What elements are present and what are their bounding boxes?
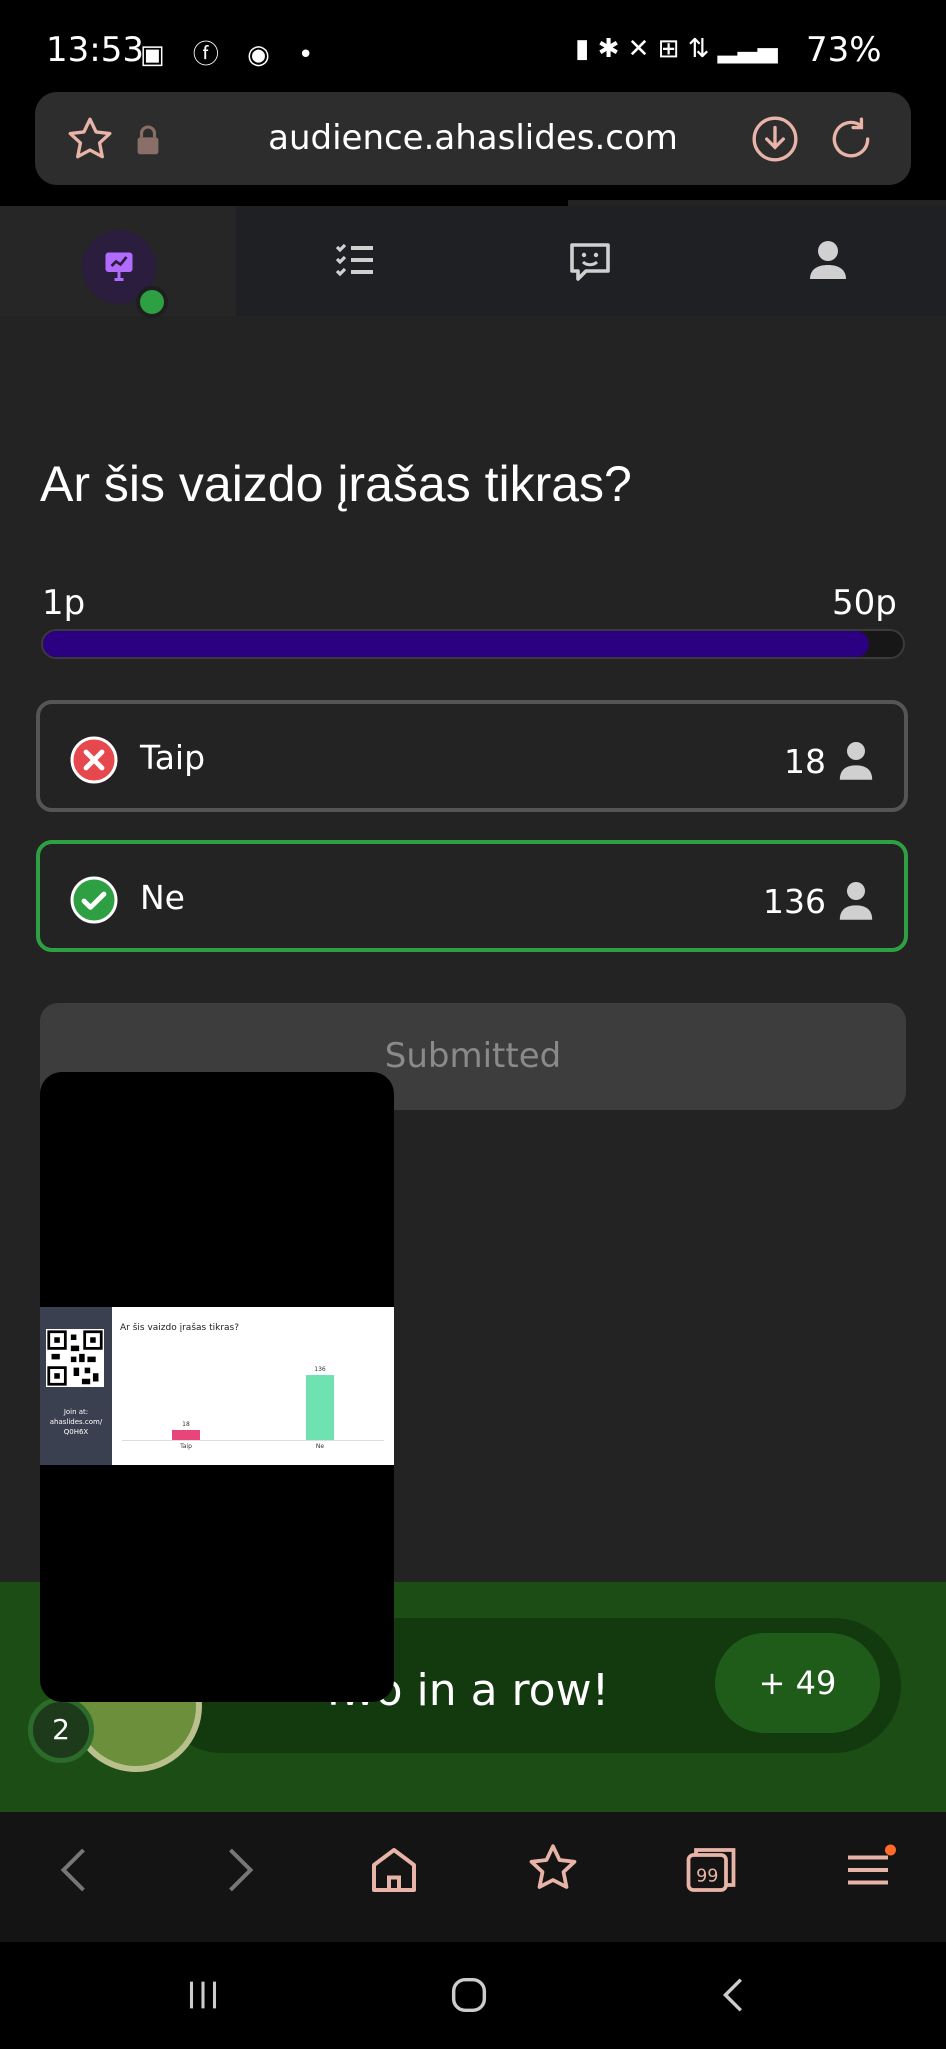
video-pip-overlay[interactable]: Join at: ahaslides.com/ Q0H6X Ar šis vai… — [40, 1072, 394, 1702]
streak-points-badge: + 49 — [715, 1633, 880, 1733]
tabs-icon[interactable]: 99 — [681, 1840, 741, 1900]
option-label: Ne — [140, 878, 185, 917]
answer-option-ne[interactable]: Ne 136 — [36, 840, 908, 952]
points-max-label: 50p — [832, 583, 897, 623]
tab-presentation[interactable] — [0, 206, 236, 318]
home-button-icon[interactable] — [446, 1972, 492, 2018]
user-icon — [839, 742, 873, 780]
notification-icons: ▣ ⓕ ◉ • — [140, 40, 324, 70]
points-timer-fill — [43, 631, 869, 657]
url-bar[interactable]: audience.ahaslides.com — [35, 92, 911, 185]
bookmark-star-icon[interactable] — [65, 114, 115, 164]
slide-join-sidebar: Join at: ahaslides.com/ Q0H6X — [40, 1307, 112, 1465]
back-button-icon[interactable] — [712, 1972, 758, 2018]
slide-bar-value: 18 — [182, 1421, 190, 1428]
page-load-progress — [0, 198, 568, 206]
correct-check-icon — [70, 876, 118, 924]
status-time: 13:53 — [46, 30, 144, 70]
profile-icon[interactable] — [804, 237, 852, 285]
presentation-icon — [105, 252, 133, 281]
online-status-dot — [136, 286, 168, 318]
streak-points-value: + 49 — [758, 1664, 837, 1702]
checklist-icon[interactable] — [331, 237, 379, 285]
bookmarks-star-icon[interactable] — [523, 1840, 583, 1900]
download-icon[interactable] — [750, 114, 800, 164]
qr-code-icon — [46, 1329, 104, 1387]
option-vote-count: 136 — [763, 882, 826, 921]
option-label: Taip — [140, 738, 206, 777]
nav-tabs-group — [236, 206, 946, 316]
home-icon[interactable] — [364, 1840, 424, 1900]
slide-bar-value: 136 — [314, 1366, 326, 1373]
question-title: Ar šis vaizdo įrašas tikras? — [40, 456, 632, 512]
slide-preview: Join at: ahaslides.com/ Q0H6X Ar šis vai… — [40, 1307, 394, 1465]
system-icons: ▮ ✱ ✕ ⊞ ⇅ ▂▃▄ — [575, 34, 778, 64]
slide-chart-axis — [122, 1440, 384, 1441]
slide-bar-taip — [172, 1430, 200, 1440]
streak-count-badge: 2 — [28, 1697, 94, 1763]
option-vote-count: 18 — [784, 742, 826, 781]
lock-icon[interactable] — [135, 124, 161, 156]
recent-apps-icon[interactable] — [180, 1972, 226, 2018]
app-nav-bar — [0, 206, 946, 318]
slide-bar-label: Taip — [180, 1443, 192, 1450]
slide-bar-ne — [306, 1375, 334, 1440]
browser-bottom-bar: 99 — [0, 1812, 946, 1942]
back-arrow-icon[interactable] — [46, 1840, 106, 1900]
battery-level: 73% — [806, 30, 882, 70]
points-min-label: 1p — [42, 583, 86, 623]
svg-text:99: 99 — [696, 1866, 718, 1886]
slide-question-title: Ar šis vaizdo įrašas tikras? — [120, 1323, 239, 1333]
forward-arrow-icon[interactable] — [208, 1840, 268, 1900]
points-timer-bar — [41, 629, 905, 659]
menu-icon[interactable] — [838, 1840, 898, 1900]
chat-emoji-icon[interactable] — [566, 237, 614, 285]
status-bar: 13:53 ▣ ⓕ ◉ • ▮ ✱ ✕ ⊞ ⇅ ▂▃▄ 73% — [0, 0, 946, 90]
join-instructions: Join at: ahaslides.com/ Q0H6X — [49, 1408, 103, 1436]
slide-bar-label: Ne — [315, 1443, 325, 1450]
answer-option-taip[interactable]: Taip 18 — [36, 700, 908, 812]
user-icon — [839, 882, 873, 920]
incorrect-x-icon — [70, 736, 118, 784]
reload-icon[interactable] — [826, 114, 876, 164]
android-nav-bar — [0, 1942, 946, 2049]
